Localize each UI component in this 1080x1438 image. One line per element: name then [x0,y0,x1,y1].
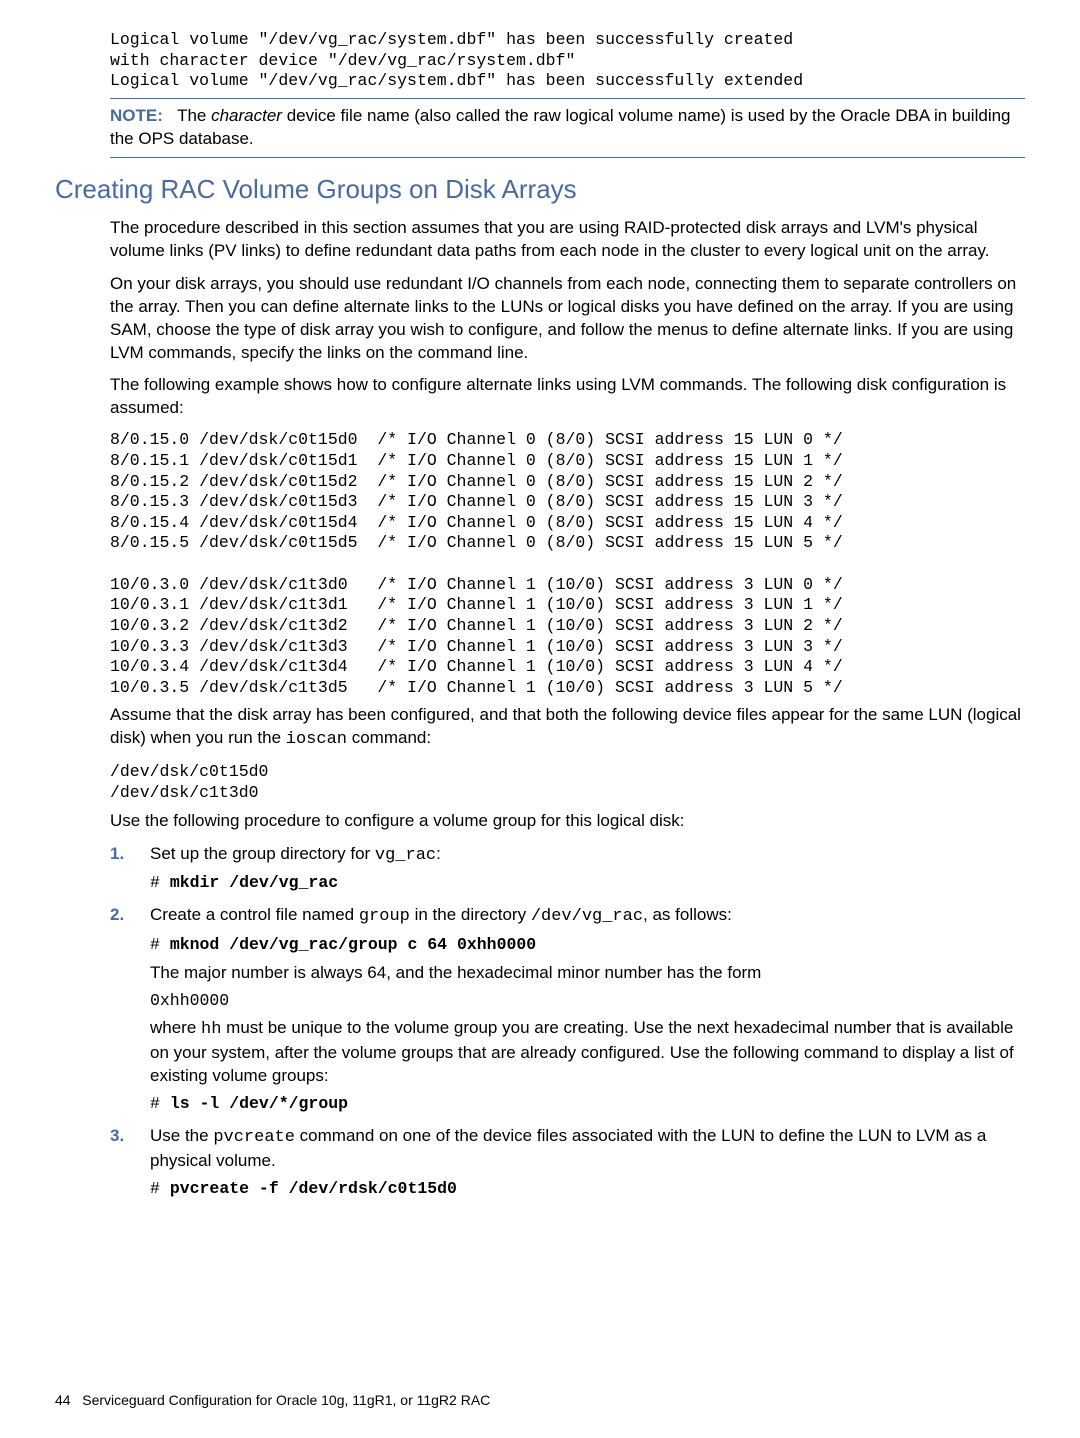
step-2-p2: The major number is always 64, and the h… [150,962,1025,985]
t: Create a control file named [150,905,359,924]
note-italic: character [211,106,282,125]
paragraph-1: The procedure described in this section … [110,217,1025,263]
step-2-command: # mknod /dev/vg_rac/group c 64 0xhh0000 [150,935,1025,956]
code-block-dev-files: /dev/dsk/c0t15d0 /dev/dsk/c1t3d0 [110,762,1025,803]
step-3-text: Use the pvcreate command on one of the d… [150,1125,1025,1173]
cmd-text: mkdir /dev/vg_rac [170,873,338,892]
step-number: 2. [110,904,124,927]
para4-before: Assume that the disk array has been conf… [110,705,1021,747]
step-2-command2: # ls -l /dev/*/group [150,1094,1025,1115]
code-block-disk-config: 8/0.15.0 /dev/dsk/c0t15d0 /* I/O Channel… [110,430,1025,698]
section-heading: Creating RAC Volume Groups on Disk Array… [55,172,1025,207]
step-3: 3. Use the pvcreate command on one of th… [110,1125,1025,1200]
paragraph-4: Assume that the disk array has been conf… [110,704,1025,752]
footer-title: Serviceguard Configuration for Oracle 10… [82,1392,490,1408]
step-1: 1. Set up the group directory for vg_rac… [110,843,1025,895]
step-3-command: # pvcreate -f /dev/rdsk/c0t15d0 [150,1179,1025,1200]
step-1-before: Set up the group directory for [150,844,375,863]
note-text-before: The [177,106,211,125]
c: /dev/vg_rac [531,907,643,926]
cmd-prefix: # [150,1094,170,1113]
paragraph-5: Use the following procedure to configure… [110,810,1025,833]
procedure-list: 1. Set up the group directory for vg_rac… [110,843,1025,1200]
page-number: 44 [55,1392,71,1408]
divider-top [110,98,1025,99]
para4-after: command: [347,728,431,747]
cmd-text: ls -l /dev/*/group [170,1094,348,1113]
note-label: NOTE: [110,106,163,125]
step-2-p3: where hh must be unique to the volume gr… [150,1017,1025,1088]
t: in the directory [410,905,531,924]
cmd-prefix: # [150,935,170,954]
note-paragraph: NOTE: The character device file name (al… [110,105,1025,151]
t: where [150,1018,201,1037]
step-1-after: : [436,844,441,863]
cmd-text: mknod /dev/vg_rac/group c 64 0xhh0000 [170,935,536,954]
step-number: 3. [110,1125,124,1148]
step-1-code: vg_rac [375,846,436,865]
para4-code: ioscan [286,730,347,749]
c: hh [201,1020,221,1039]
divider-bottom [110,157,1025,158]
cmd-prefix: # [150,1179,170,1198]
step-2: 2. Create a control file named group in … [110,904,1025,1115]
step-number: 1. [110,843,124,866]
c: group [359,907,410,926]
page-footer: 44 Serviceguard Configuration for Oracle… [55,1391,490,1410]
c: pvcreate [213,1128,295,1147]
cmd-text: pvcreate -f /dev/rdsk/c0t15d0 [170,1179,457,1198]
step-2-text: Create a control file named group in the… [150,904,1025,929]
t: , as follows: [643,905,732,924]
step-1-text: Set up the group directory for vg_rac: [150,843,1025,868]
t: Use the [150,1126,213,1145]
t: must be unique to the volume group you a… [150,1018,1014,1085]
step-2-p2code: 0xhh0000 [150,991,1025,1012]
paragraph-3: The following example shows how to confi… [110,374,1025,420]
step-1-command: # mkdir /dev/vg_rac [150,873,1025,894]
cmd-prefix: # [150,873,170,892]
code-block-lv-output: Logical volume "/dev/vg_rac/system.dbf" … [110,30,1025,92]
paragraph-2: On your disk arrays, you should use redu… [110,273,1025,365]
